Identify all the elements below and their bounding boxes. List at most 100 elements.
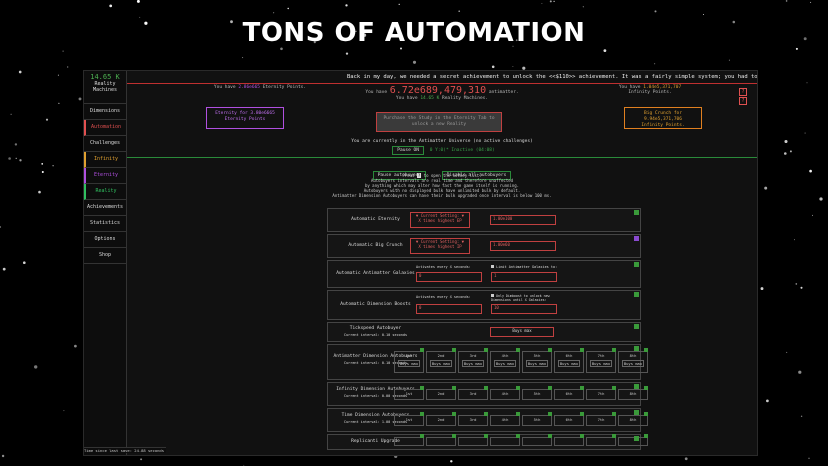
ad-autobuyer-1st[interactable]: 1st Buys max [394,348,424,373]
ad-autobuyer-checkbox[interactable] [612,348,616,352]
rep-autobuyer-checkbox[interactable] [644,434,648,438]
rep-autobuyer-checkbox[interactable] [548,434,552,438]
ad-autobuyer-4th[interactable]: 4th Buys max [490,348,520,373]
td-autobuyer-checkbox[interactable] [516,412,520,416]
ad-autobuyer-checkbox[interactable] [548,348,552,352]
boosts-toggle-checkbox[interactable] [634,292,639,297]
td-autobuyer-checkbox[interactable] [452,412,456,416]
td-autobuyer-6th[interactable]: 6th [554,412,584,426]
boosts-limit-checkbox[interactable] [491,294,494,297]
ad-toggle-checkbox[interactable] [634,346,639,351]
td-autobuyer-checkbox[interactable] [420,412,424,416]
boosts-limit-input[interactable]: 10 [491,304,557,314]
eternity-toggle-checkbox[interactable] [634,210,639,215]
td-autobuyer-checkbox[interactable] [644,412,648,416]
ad-autobuyer-mode[interactable]: Buys max [526,360,548,367]
rep-autobuyer-5th[interactable] [522,434,552,446]
td-autobuyer-1st[interactable]: 1st [394,412,424,426]
ad-autobuyer-mode[interactable]: Buys max [622,360,644,367]
tickspeed-toggle-checkbox[interactable] [634,324,639,329]
rep-autobuyer-7th[interactable] [586,434,616,446]
rep-autobuyer-checkbox[interactable] [420,434,424,438]
ad-autobuyer-checkbox[interactable] [516,348,520,352]
tab-challenges[interactable]: Challenges [84,136,126,152]
big-crunch-button[interactable]: Big Crunch for 9.94e5,371,706 Infinity Po… [624,107,702,129]
id-autobuyer-checkbox[interactable] [580,386,584,390]
ad-autobuyer-checkbox[interactable] [452,348,456,352]
ad-autobuyer-checkbox[interactable] [484,348,488,352]
id-autobuyer-4th[interactable]: 4th [490,386,520,400]
id-autobuyer-1st[interactable]: 1st [394,386,424,400]
ad-autobuyer-2nd[interactable]: 2nd Buys max [426,348,456,373]
eternity-button[interactable]: Eternity for 3.80e6665 Eternity Points [206,107,284,129]
pause-button[interactable]: Pause ON [392,146,424,155]
td-autobuyer-3rd[interactable]: 3rd [458,412,488,426]
id-toggle-checkbox[interactable] [634,384,639,389]
ad-autobuyer-checkbox[interactable] [644,348,648,352]
ad-autobuyer-mode[interactable]: Buys max [462,360,484,367]
galaxies-limit-checkbox[interactable] [491,265,494,268]
galaxies-toggle-checkbox[interactable] [634,262,639,267]
ad-autobuyer-7th[interactable]: 7th Buys max [586,348,616,373]
td-autobuyer-5th[interactable]: 5th [522,412,552,426]
rep-autobuyer-4th[interactable] [490,434,520,446]
tab-infinity[interactable]: Infinity [84,152,126,168]
eternity-amount-input[interactable]: 1.00e100 [490,215,556,225]
td-autobuyer-2nd[interactable]: 2nd [426,412,456,426]
td-toggle-checkbox[interactable] [634,410,639,415]
reality-button[interactable]: Purchase the Study in the Eternity Tab t… [376,112,502,132]
rep-toggle-checkbox[interactable] [634,436,639,441]
tickspeed-mode-button[interactable]: Buys max [490,327,554,337]
td-autobuyer-checkbox[interactable] [580,412,584,416]
id-autobuyer-7th[interactable]: 7th [586,386,616,400]
ad-autobuyer-mode[interactable]: Buys max [558,360,580,367]
rep-autobuyer-checkbox[interactable] [516,434,520,438]
help-icon[interactable]: ? [739,88,747,96]
rep-autobuyer-6th[interactable] [554,434,584,446]
ad-autobuyer-mode[interactable]: Buys max [590,360,612,367]
ad-autobuyer-checkbox[interactable] [420,348,424,352]
rep-autobuyer-checkbox[interactable] [580,434,584,438]
tab-reality[interactable]: Reality [84,184,126,200]
ad-autobuyer-mode[interactable]: Buys max [494,360,516,367]
ad-autobuyer-8th[interactable]: 8th Buys max [618,348,648,373]
id-autobuyer-6th[interactable]: 6th [554,386,584,400]
rep-autobuyer-checkbox[interactable] [484,434,488,438]
tab-dimensions[interactable]: Dimensions [84,104,126,120]
id-autobuyer-5th[interactable]: 5th [522,386,552,400]
boosts-interval-input[interactable]: 0 [416,304,482,314]
id-autobuyer-3rd[interactable]: 3rd [458,386,488,400]
ad-autobuyer-checkbox[interactable] [580,348,584,352]
tab-shop[interactable]: Shop [84,248,126,264]
tab-achievements[interactable]: Achievements [84,200,126,216]
rep-autobuyer-checkbox[interactable] [452,434,456,438]
galaxies-limit-input[interactable]: 1 [491,272,557,282]
crunch-amount-input[interactable]: 1.00e60 [490,241,556,251]
td-autobuyer-checkbox[interactable] [548,412,552,416]
crunch-toggle-checkbox[interactable] [634,236,639,241]
rep-autobuyer-3rd[interactable] [458,434,488,446]
id-autobuyer-checkbox[interactable] [548,386,552,390]
info-icon[interactable]: ? [739,97,747,105]
id-autobuyer-8th[interactable]: 8th [618,386,648,400]
ad-autobuyer-3rd[interactable]: 3rd Buys max [458,348,488,373]
td-autobuyer-8th[interactable]: 8th [618,412,648,426]
tab-automation[interactable]: Automation [84,120,126,136]
td-autobuyer-checkbox[interactable] [612,412,616,416]
crunch-mode-select[interactable]: ▼ Current Setting: ▼ X times highest IP [410,238,470,254]
id-autobuyer-2nd[interactable]: 2nd [426,386,456,400]
galaxies-interval-input[interactable]: 0 [416,272,482,282]
td-autobuyer-4th[interactable]: 4th [490,412,520,426]
tab-eternity[interactable]: Eternity [84,168,126,184]
ad-autobuyer-mode[interactable]: Buys max [430,360,452,367]
id-autobuyer-checkbox[interactable] [484,386,488,390]
rep-autobuyer-checkbox[interactable] [612,434,616,438]
ad-autobuyer-5th[interactable]: 5th Buys max [522,348,552,373]
id-autobuyer-checkbox[interactable] [612,386,616,390]
rep-autobuyer-1st[interactable] [394,434,424,446]
id-autobuyer-checkbox[interactable] [644,386,648,390]
id-autobuyer-checkbox[interactable] [516,386,520,390]
rep-autobuyer-8th[interactable] [618,434,648,446]
ad-autobuyer-6th[interactable]: 6th Buys max [554,348,584,373]
td-autobuyer-checkbox[interactable] [484,412,488,416]
